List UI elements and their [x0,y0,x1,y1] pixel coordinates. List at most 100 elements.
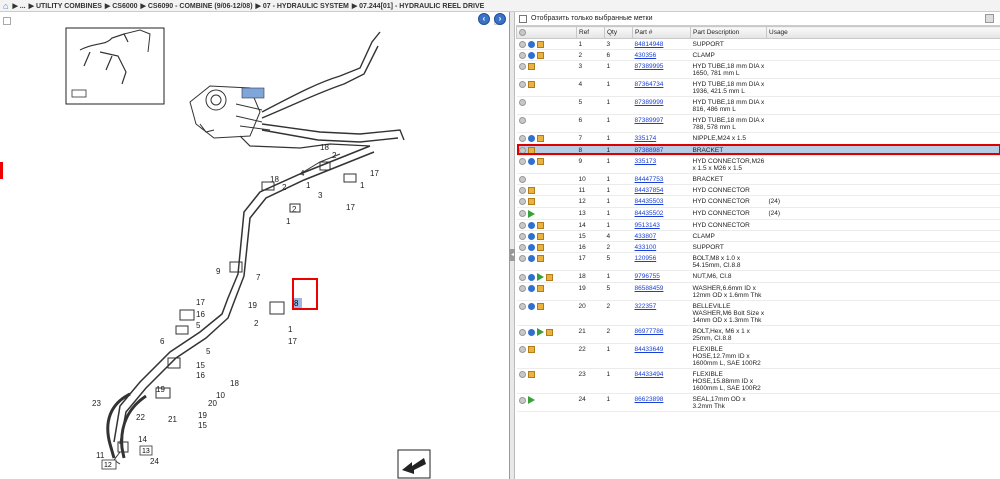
breadcrumb-item[interactable]: ▶ 07 - HYDRAULIC SYSTEM [256,2,349,10]
part-number-link[interactable]: 9796755 [635,273,660,280]
part-number-link[interactable]: 84433649 [635,346,664,353]
add-to-cart-icon[interactable] [518,117,526,125]
table-row[interactable]: 17 5 120956 BOLT,M8 x 1.0 x 54.15mm, CI.8.8 [516,252,1000,272]
part-number-link[interactable]: 433100 [635,244,657,251]
package-icon[interactable] [536,303,544,311]
add-to-cart-icon[interactable] [518,303,526,311]
diagram-pane[interactable]: 18 2 18 2 41 17 1 3 17 21 97 17 16 5 19 21 17 6… [0,12,510,479]
header-desc[interactable]: Part Description [690,26,767,39]
package-icon[interactable] [527,346,535,354]
part-number-link[interactable]: 87389997 [635,117,664,124]
part-number-link[interactable]: 322357 [635,303,657,310]
replacement-arrow-icon[interactable] [527,396,535,405]
part-number-link[interactable]: 87389999 [635,99,664,106]
row-part-number[interactable]: 335173 [632,155,691,174]
breadcrumb-item[interactable]: ▶ CS6000 [105,2,138,10]
table-row[interactable]: 6 1 87389997 HYD TUBE,18 mm DIA x 788, 578 … [516,114,1000,134]
info-icon[interactable] [527,243,535,251]
add-to-cart-icon[interactable] [518,243,526,251]
package-icon[interactable] [527,371,535,379]
package-icon[interactable] [527,63,535,71]
package-icon[interactable] [536,135,544,143]
info-icon[interactable] [527,273,535,281]
breadcrumb-item[interactable]: ▶ ... [12,2,25,10]
row-part-number[interactable]: 84433494 [632,368,691,395]
part-number-link[interactable]: 86588459 [635,285,664,292]
package-icon[interactable] [536,232,544,240]
table-row[interactable]: 20 2 322357 BELLEVILLE WASHER,M6 Bolt Size … [516,300,1000,327]
add-to-cart-icon[interactable] [518,210,526,218]
package-icon[interactable] [527,81,535,89]
part-number-link[interactable]: 430356 [635,52,657,59]
add-to-cart-icon[interactable] [518,273,526,281]
info-icon[interactable] [527,285,535,293]
hydraulic-reel-drive-diagram[interactable]: 182 182 41 171 317 21 97 1716 519 21 176… [0,12,510,479]
table-row[interactable]: 7 1 335174 NIPPLE,M24 x 1.5 [516,132,1000,145]
part-number-link[interactable]: 84435503 [635,198,664,205]
part-number-link[interactable]: 87364734 [635,81,664,88]
info-icon[interactable] [527,255,535,263]
add-to-cart-icon[interactable] [518,146,526,154]
package-icon[interactable] [527,187,535,195]
info-icon[interactable] [527,328,535,336]
part-number-link[interactable]: 84437854 [635,187,664,194]
table-row[interactable]: 21 2 86977786 BOLT,Hex, M6 x 1 x 25mm, CI.8… [516,325,1000,345]
part-number-link[interactable]: 86623898 [635,396,664,403]
part-number-link[interactable]: 84435502 [635,210,664,217]
table-row[interactable]: 15 4 433807 CLAMP [516,230,1000,242]
row-part-number[interactable]: 335174 [632,132,691,145]
row-part-number[interactable]: 84814948 [632,38,691,51]
row-part-number[interactable]: 433100 [632,241,691,254]
row-part-number[interactable]: 87388987 [632,144,691,156]
part-number-link[interactable]: 335173 [635,158,657,165]
breadcrumb-item[interactable]: ▶ CS6090 - COMBINE (9/06-12/08) [141,2,253,10]
add-to-cart-icon[interactable] [518,232,526,240]
breadcrumb-item[interactable]: ▶ UTILITY COMBINES [29,2,102,10]
table-row[interactable]: 22 1 84433649 FLEXIBLE HOSE,12.7mm ID x 160… [516,343,1000,370]
pane-splitter[interactable]: ◂ [510,12,515,479]
add-to-cart-icon[interactable] [518,99,526,107]
table-row[interactable]: 4 1 87364734 HYD TUBE,18 mm DIA x 1936, 421… [516,78,1000,98]
info-icon[interactable] [527,221,535,229]
checkbox-left[interactable] [3,17,11,25]
add-to-cart-icon[interactable] [518,371,526,379]
row-part-number[interactable]: 84437854 [632,184,691,197]
add-to-cart-icon[interactable] [518,255,526,263]
replacement-arrow-icon[interactable] [536,328,544,337]
table-row[interactable]: 3 1 87389995 HYD TUBE,18 mm DIA x 1650, 781… [516,60,1000,80]
row-part-number[interactable]: 86588459 [632,282,691,302]
back-icon[interactable]: ‹ [478,13,490,25]
row-part-number[interactable]: 9796755 [632,270,691,284]
row-part-number[interactable]: 87389995 [632,60,691,80]
row-part-number[interactable]: 84435503 [632,195,691,208]
row-part-number[interactable]: 87389999 [632,96,691,116]
replacement-arrow-icon[interactable] [536,273,544,282]
package-icon[interactable] [536,41,544,48]
add-to-cart-icon[interactable] [518,198,526,206]
table-row[interactable]: 23 1 84433494 FLEXIBLE HOSE,15.88mm ID x 16… [516,368,1000,395]
row-part-number[interactable]: 84435502 [632,207,691,220]
package-icon[interactable] [536,52,544,60]
part-number-link[interactable]: 335174 [635,135,657,142]
row-part-number[interactable]: 86623898 [632,393,691,413]
part-number-link[interactable]: 84447753 [635,176,664,183]
add-to-cart-icon[interactable] [518,221,526,229]
header-qty[interactable]: Qty [604,26,633,39]
add-to-cart-icon[interactable] [518,157,526,165]
row-part-number[interactable]: 87389997 [632,114,691,134]
info-icon[interactable] [527,303,535,311]
part-number-link[interactable]: 86977786 [635,328,664,335]
forward-icon[interactable]: › [494,13,506,25]
add-to-cart-icon[interactable] [518,175,526,183]
package-icon[interactable] [536,255,544,263]
package-icon[interactable] [545,273,553,281]
add-to-cart-icon[interactable] [518,135,526,143]
info-icon[interactable] [527,157,535,165]
header-part[interactable]: Part # [632,26,691,39]
row-part-number[interactable]: 322357 [632,300,691,327]
select-all-icon[interactable] [519,28,526,36]
home-icon[interactable]: ⌂ [3,1,8,11]
package-icon[interactable] [536,157,544,165]
table-row[interactable]: 9 1 335173 HYD CONNECTOR,M26 x 1.5 x M26 x … [516,155,1000,174]
row-part-number[interactable]: 84433649 [632,343,691,370]
